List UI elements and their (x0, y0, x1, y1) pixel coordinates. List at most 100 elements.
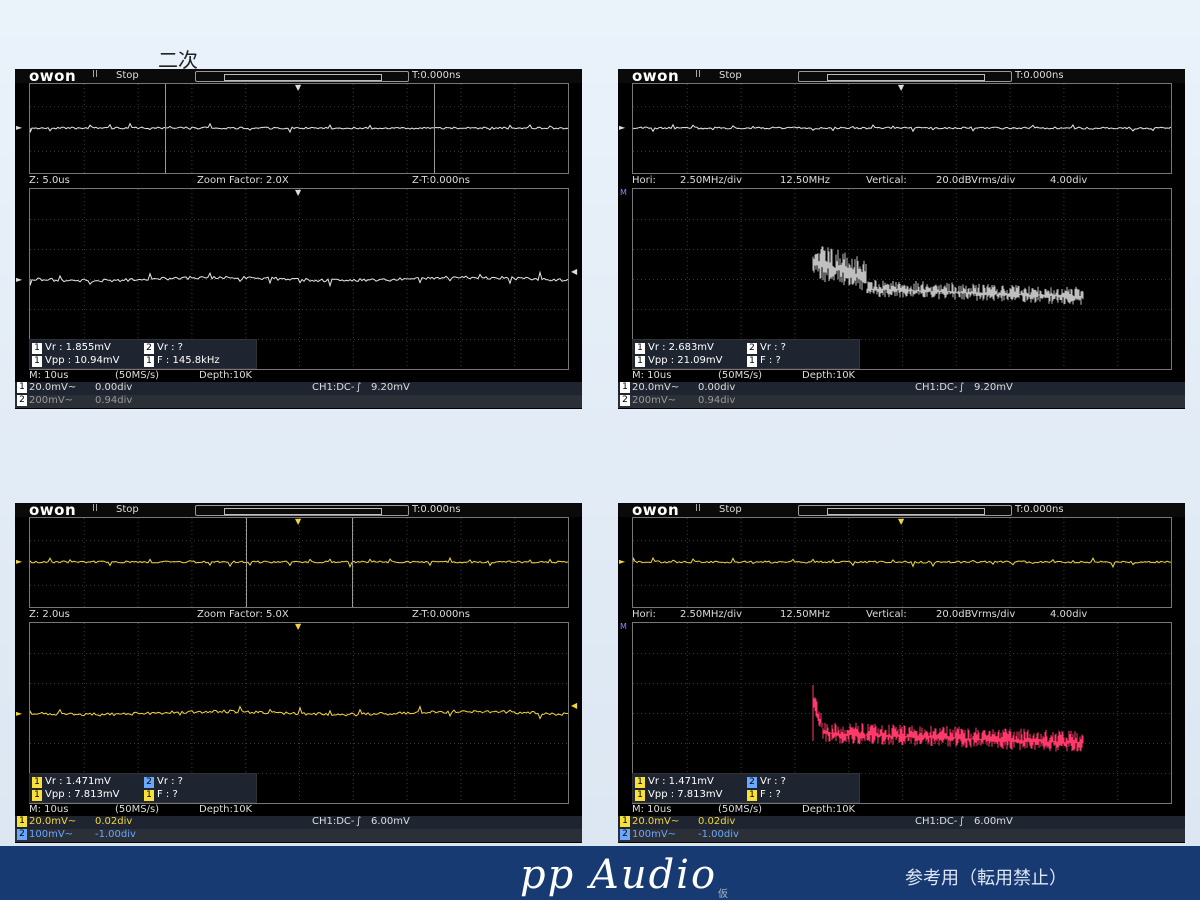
ch1-level-marker-lower: ► (16, 709, 23, 718)
zoom-trigger-time: Z-T:0.000ns (412, 175, 470, 186)
oscilloscope-panel-1: owon II Stop T:0.000ns Z: 5.0us Zoom Fac… (15, 69, 582, 409)
run-status: Stop (719, 504, 742, 515)
ch1-badge: 1 (747, 356, 757, 367)
meas-freq-value: F : ? (157, 789, 178, 800)
fft-hori-scale: 2.50MHz/div (680, 175, 743, 186)
ch2-volts: 200mV~ (29, 395, 74, 406)
ch1-badge: 1 (32, 343, 42, 354)
ch1-status-row: 1 20.0mV~ 0.02div CH1:DC- ∫ 6.00mV (618, 816, 1185, 829)
ch2-volts: 200mV~ (632, 395, 677, 406)
meas-vr-ch1: 1 Vr : 1.855mV (32, 341, 111, 354)
ch1-badge: 1 (32, 356, 42, 367)
ch1-status-row: 1 20.0mV~ 0.02div CH1:DC- ∫ 6.00mV (15, 816, 582, 829)
zoom-window-edge-2 (434, 84, 435, 173)
scope-header: owon II Stop T:0.000ns (15, 503, 582, 519)
upper-trace (30, 84, 568, 173)
ch2-status-row: 2 200mV~ 0.94div (15, 395, 582, 408)
ch2-status-row: 2 200mV~ 0.94div (618, 395, 1185, 408)
meas-vpp-ch1: 1 Vpp : 21.09mV (635, 354, 722, 367)
fft-hori-label: Hori: (632, 609, 656, 620)
trigger-time: T:0.000ns (1015, 504, 1064, 515)
run-indicator: II (695, 69, 701, 80)
trigger-source: CH1:DC- (312, 382, 355, 393)
ch1-badge: 1 (635, 790, 645, 801)
trigger-time: T:0.000ns (1015, 70, 1064, 81)
meas-freq: 1F : 145.8kHz (144, 354, 220, 367)
fft-spectrum (812, 685, 1084, 752)
fft-vertical-label: Vertical: (866, 175, 907, 186)
ch1-status-row: 1 20.0mV~ 0.00div CH1:DC- ∫ 9.20mV (15, 382, 582, 395)
ch1-badge: 1 (635, 343, 645, 354)
fft-hori-scale: 2.50MHz/div (680, 609, 743, 620)
upper-trace (633, 557, 1171, 569)
zoom-window-edge-1 (165, 84, 166, 173)
trigger-edge-icon: ∫ (356, 382, 362, 393)
meas-vr-ch2-value: Vr : ? (157, 342, 183, 353)
meas-vr-ch2: 2 Vr : ? (747, 775, 786, 788)
footer-note: 参考用（転用禁止） (905, 868, 1067, 889)
ch2-offset: 0.94div (698, 395, 736, 406)
zoom-info-row: Z: 5.0us Zoom Factor: 2.0X Z-T:0.000ns (15, 175, 582, 187)
timebase-row: M: 10us (50MS/s) Depth:10K (15, 804, 582, 816)
ch1-volts: 20.0mV~ (29, 382, 77, 393)
trigger-edge-icon: ∫ (356, 816, 362, 827)
timebase-row: M: 10us (50MS/s) Depth:10K (618, 370, 1185, 382)
upper-trace (30, 518, 568, 607)
ch2-volts: 100mV~ (29, 829, 74, 840)
meas-freq-value: F : ? (760, 789, 781, 800)
math-marker: M (620, 188, 627, 197)
ch2-badge: 2 (747, 343, 757, 354)
ch1-level-marker: ► (16, 123, 23, 132)
meas-vr-ch1-value: Vr : 1.471mV (648, 776, 714, 787)
meas-vr-ch2: 2 Vr : ? (144, 775, 183, 788)
trigger-source: CH1:DC- (312, 816, 355, 827)
sample-rate: (50MS/s) (718, 804, 763, 815)
run-indicator: II (92, 69, 98, 80)
memory-window (224, 74, 382, 81)
zoom-factor: Zoom Factor: 5.0X (197, 609, 289, 620)
main-timebase: M: 10us (632, 804, 672, 815)
ch1-volts: 20.0mV~ (632, 816, 680, 827)
upper-waveform (30, 556, 568, 568)
zoomed-waveform (30, 270, 568, 288)
ch1-badge: 1 (747, 790, 757, 801)
meas-vr-ch2: 2 Vr : ? (144, 341, 183, 354)
meas-vpp-value: Vpp : 21.09mV (648, 355, 723, 366)
meas-freq-value: F : 145.8kHz (157, 355, 220, 366)
memory-window (827, 508, 985, 515)
trigger-position-marker: ▼ (295, 517, 302, 526)
ch2-badge: 2 (144, 777, 154, 788)
ch1-offset: 0.00div (698, 382, 736, 393)
meas-vpp-ch1: 1 Vpp : 7.813mV (635, 788, 722, 801)
ch2-offset: -1.00div (95, 829, 136, 840)
trigger-edge-icon: ∫ (959, 382, 965, 393)
memory-position-bar (798, 505, 1012, 516)
ch1-level-marker: ► (619, 123, 626, 132)
ch1-volts: 20.0mV~ (632, 382, 680, 393)
oscilloscope-panel-4: owon II Stop T:0.000ns Hori: 2.50MHz/div… (618, 503, 1185, 843)
zoom-timebase: Z: 5.0us (29, 175, 70, 186)
fft-vertical-scale: 20.0dBVrms/div (936, 609, 1016, 620)
fft-info-row: Hori: 2.50MHz/div 12.50MHz Vertical: 20.… (618, 175, 1185, 187)
ch1-level-marker: ► (16, 557, 23, 566)
oscilloscope-panel-3: owon II Stop T:0.000ns Z: 2.0us Zoom Fac… (15, 503, 582, 843)
fft-vertical-div: 4.00div (1050, 609, 1088, 620)
measurement-box: 1 Vr : 1.471mV 2 Vr : ? 1 Vpp : 7.813mV 1F … (632, 773, 860, 803)
ch1-badge: 1 (32, 790, 42, 801)
memory-depth: Depth:10K (199, 804, 253, 815)
trigger-level: 9.20mV (974, 382, 1013, 393)
upper-waveform (633, 557, 1171, 569)
zoom-window-edge-2 (352, 518, 353, 607)
meas-vpp-value: Vpp : 10.94mV (45, 355, 120, 366)
ch1-badge: 1 (635, 777, 645, 788)
meas-vpp-value: Vpp : 7.813mV (648, 789, 723, 800)
scope-header: owon II Stop T:0.000ns (618, 503, 1185, 519)
meas-freq: 1F : ? (144, 788, 178, 801)
zoom-factor: Zoom Factor: 2.0X (197, 175, 289, 186)
trigger-level-marker: ◀ (571, 267, 578, 276)
upper-waveform (633, 123, 1171, 133)
run-status: Stop (719, 70, 742, 81)
ch2-offset: -1.00div (698, 829, 739, 840)
upper-waveform (30, 122, 568, 134)
run-indicator: II (695, 503, 701, 514)
